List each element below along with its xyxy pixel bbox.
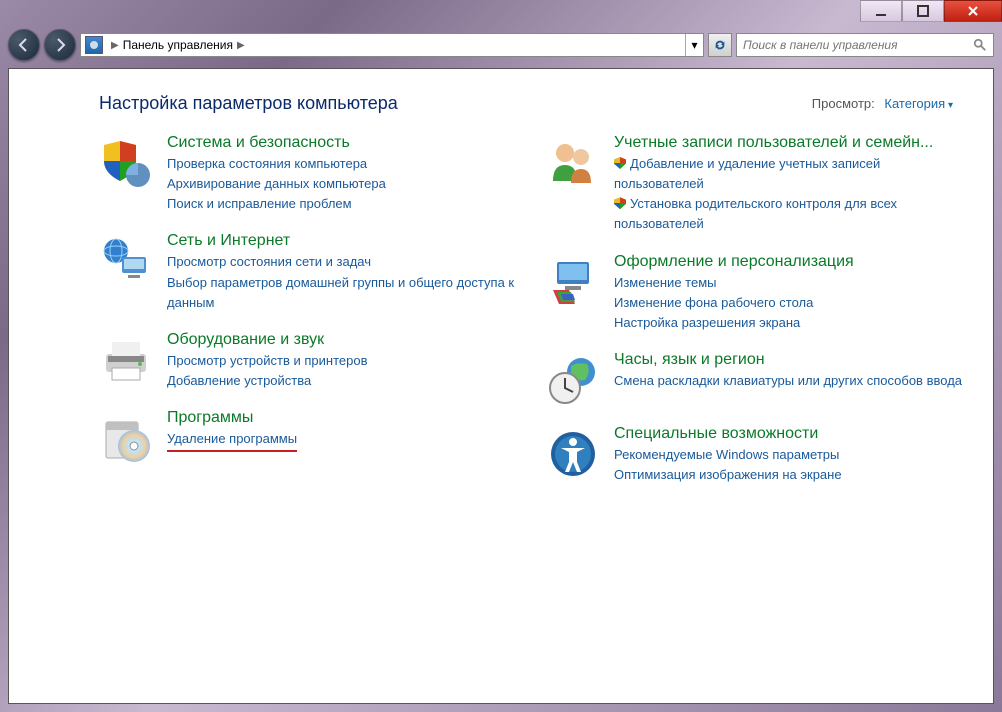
minimize-button[interactable]: [860, 0, 902, 22]
category-link[interactable]: Оптимизация изображения на экране: [614, 465, 973, 485]
appearance-icon: [546, 255, 600, 309]
control-panel-icon: [85, 36, 103, 54]
category-link[interactable]: Выбор параметров домашней группы и общег…: [167, 273, 526, 313]
category-system-security: Система и безопасность Проверка состояни…: [99, 134, 526, 214]
category-link[interactable]: Поиск и исправление проблем: [167, 194, 526, 214]
view-by-dropdown[interactable]: Категория: [884, 96, 953, 111]
category-title[interactable]: Сеть и Интернет: [167, 232, 526, 250]
chevron-right-icon: ▶: [111, 40, 119, 51]
category-link-uninstall[interactable]: Удаление программы: [167, 429, 526, 452]
category-link[interactable]: Установка родительского контроля для все…: [614, 194, 973, 234]
clock-globe-icon: [546, 353, 600, 407]
category-user-accounts: Учетные записи пользователей и семейн...…: [546, 134, 973, 235]
right-column: Учетные записи пользователей и семейн...…: [546, 134, 973, 503]
category-title[interactable]: Специальные возможности: [614, 425, 973, 443]
category-clock-language: Часы, язык и регион Смена раскладки клав…: [546, 351, 973, 407]
breadcrumb-label[interactable]: Панель управления: [123, 38, 233, 52]
category-link[interactable]: Рекомендуемые Windows параметры: [614, 445, 973, 465]
category-columns: Система и безопасность Проверка состояни…: [9, 134, 993, 543]
category-accessibility: Специальные возможности Рекомендуемые Wi…: [546, 425, 973, 485]
close-button[interactable]: [944, 0, 1002, 22]
content-header: Настройка параметров компьютера Просмотр…: [9, 69, 993, 134]
category-title[interactable]: Оформление и персонализация: [614, 253, 973, 271]
category-link[interactable]: Просмотр устройств и принтеров: [167, 351, 526, 371]
category-link[interactable]: Добавление и удаление учетных записей по…: [614, 154, 973, 194]
category-title[interactable]: Система и безопасность: [167, 134, 526, 152]
breadcrumb[interactable]: ▶ Панель управления ▶ ▾: [80, 33, 704, 57]
programs-disc-icon: [99, 411, 153, 465]
accessibility-icon: [546, 427, 600, 481]
category-programs: Программы Удаление программы: [99, 409, 526, 465]
view-by-label: Просмотр:: [812, 96, 875, 111]
category-network-internet: Сеть и Интернет Просмотр состояния сети …: [99, 232, 526, 312]
globe-network-icon: [99, 234, 153, 288]
navigation-bar: ▶ Панель управления ▶ ▾: [8, 28, 994, 62]
breadcrumb-dropdown[interactable]: ▾: [685, 34, 703, 56]
window-controls: [860, 0, 1002, 28]
view-by: Просмотр: Категория: [812, 96, 953, 111]
category-link[interactable]: Смена раскладки клавиатуры или других сп…: [614, 371, 973, 391]
search-icon: [973, 38, 987, 52]
search-input[interactable]: [736, 33, 994, 57]
category-link[interactable]: Изменение фона рабочего стола: [614, 293, 973, 313]
category-link[interactable]: Проверка состояния компьютера: [167, 154, 526, 174]
category-link[interactable]: Изменение темы: [614, 273, 973, 293]
users-icon: [546, 136, 600, 190]
category-title[interactable]: Часы, язык и регион: [614, 351, 973, 369]
shield-icon: [99, 136, 153, 190]
search-field[interactable]: [743, 38, 973, 52]
category-link[interactable]: Добавление устройства: [167, 371, 526, 391]
category-hardware-sound: Оборудование и звук Просмотр устройств и…: [99, 331, 526, 391]
category-link[interactable]: Архивирование данных компьютера: [167, 174, 526, 194]
page-title: Настройка параметров компьютера: [99, 93, 398, 114]
forward-button[interactable]: [44, 29, 76, 61]
category-link[interactable]: Настройка разрешения экрана: [614, 313, 973, 333]
left-column: Система и безопасность Проверка состояни…: [99, 134, 526, 503]
category-appearance: Оформление и персонализация Изменение те…: [546, 253, 973, 333]
category-link[interactable]: Просмотр состояния сети и задач: [167, 252, 526, 272]
back-button[interactable]: [8, 29, 40, 61]
content-area: Настройка параметров компьютера Просмотр…: [8, 68, 994, 704]
category-title[interactable]: Программы: [167, 409, 526, 427]
maximize-button[interactable]: [902, 0, 944, 22]
category-title[interactable]: Учетные записи пользователей и семейн...: [614, 134, 973, 152]
refresh-button[interactable]: [708, 33, 732, 57]
chevron-right-icon: ▶: [237, 40, 245, 51]
printer-icon: [99, 333, 153, 387]
category-title[interactable]: Оборудование и звук: [167, 331, 526, 349]
